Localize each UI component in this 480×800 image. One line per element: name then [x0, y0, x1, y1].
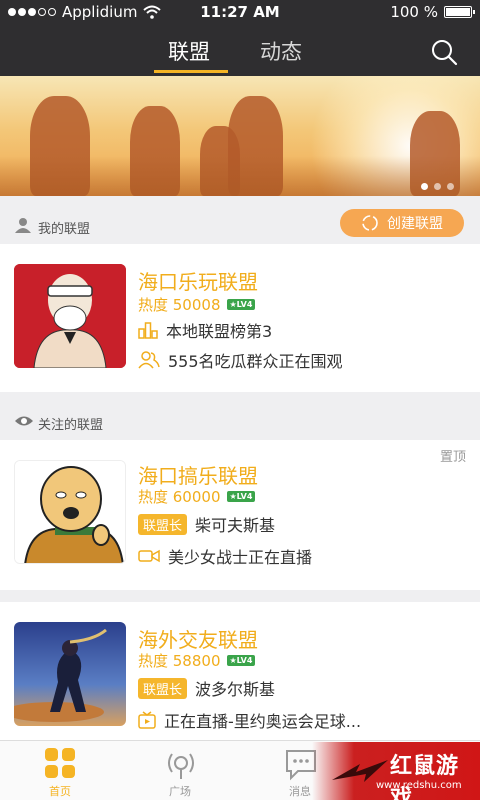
alliance-title[interactable]: 海外交友联盟	[138, 624, 258, 653]
alliance-rank: 本地联盟榜第3	[166, 322, 273, 341]
video-camera-icon	[138, 549, 160, 563]
heat-value: 热度 58800	[138, 652, 221, 670]
create-alliance-label: 创建联盟	[387, 216, 443, 232]
header-tabs: 联盟 动态	[0, 36, 480, 73]
broadcast-icon	[168, 753, 194, 779]
heat-value: 热度 50008	[138, 296, 221, 314]
battery-area: 100 %	[390, 3, 475, 21]
alliance-heat: 热度 60000 ★LV4	[138, 486, 256, 507]
banner-carousel[interactable]	[0, 76, 480, 196]
level-badge: ★LV4	[226, 299, 256, 310]
status-bar: Applidium 11:27 AM 100 %	[0, 0, 480, 24]
alliance-avatar	[14, 622, 126, 726]
mascot-image	[14, 264, 126, 368]
watermark-url: www.redshu.com	[376, 780, 462, 791]
nav-home-label: 首页	[49, 785, 71, 798]
refresh-circle-icon	[362, 215, 378, 231]
level-badge: ★LV4	[226, 491, 256, 502]
alliance-heat: 热度 50008 ★LV4	[138, 294, 256, 315]
alliance-leader-row: 联盟长 柴可夫斯基	[138, 512, 275, 536]
top-bar: Applidium 11:27 AM 100 % 联盟 动态	[0, 0, 480, 76]
alliance-rank-row: 本地联盟榜第3	[138, 318, 272, 342]
alliance-live-row[interactable]: 正在直播-里约奥运会足球...	[138, 708, 361, 732]
nav-square-label: 广场	[169, 785, 191, 798]
my-alliance-card[interactable]: 海口乐玩联盟 热度 50008 ★LV4 本地联盟榜第3 555名吃瓜群众正在围…	[0, 244, 480, 392]
search-icon[interactable]	[430, 38, 458, 66]
alliance-avatar	[14, 460, 126, 564]
tab-feed[interactable]: 动态	[260, 36, 302, 66]
banner-pager	[421, 183, 454, 190]
group-icon	[138, 351, 160, 369]
ranking-icon	[138, 322, 158, 339]
battery-icon	[444, 6, 475, 18]
pager-dot	[447, 183, 454, 190]
my-alliance-label: 我的联盟	[38, 222, 91, 237]
cartoon-image	[15, 461, 125, 563]
active-tab-indicator	[154, 70, 228, 73]
create-alliance-button[interactable]: 创建联盟	[340, 209, 464, 237]
my-alliance-header: 我的联盟 创建联盟	[0, 204, 480, 244]
level-badge: ★LV4	[226, 655, 256, 666]
user-icon	[15, 218, 31, 233]
followed-alliance-label: 关注的联盟	[38, 418, 104, 433]
alliance-leader-row: 联盟长 波多尔斯基	[138, 676, 275, 700]
alliance-live-row[interactable]: 美少女战士正在直播	[138, 544, 312, 568]
leader-badge: 联盟长	[138, 513, 188, 535]
photo-image	[14, 622, 126, 726]
tab-alliance[interactable]: 联盟	[168, 36, 210, 66]
alliance-title[interactable]: 海口搞乐联盟	[138, 460, 258, 489]
pager-dot	[434, 183, 441, 190]
followed-alliance-card[interactable]: 海外交友联盟 热度 58800 ★LV4 联盟长 波多尔斯基 正在直播-里约奥运…	[0, 602, 480, 740]
banner-ground	[0, 156, 480, 196]
leader-name[interactable]: 柴可夫斯基	[195, 512, 275, 536]
nav-square[interactable]: 广场	[120, 741, 240, 800]
nav-home[interactable]: 首页	[0, 741, 120, 800]
battery-percent: 100 %	[390, 3, 438, 21]
pinned-label[interactable]: 置顶	[440, 446, 466, 465]
followed-alliance-card[interactable]: 置顶 海口搞乐联盟 热度 60000 ★LV4 联盟长 柴可夫斯基 美少女战士正…	[0, 440, 480, 590]
tv-play-icon	[138, 711, 156, 729]
watermark-brand: 红鼠游戏	[390, 754, 460, 800]
pager-dot	[421, 183, 428, 190]
heat-value: 热度 60000	[138, 488, 221, 506]
leader-name[interactable]: 波多尔斯基	[195, 676, 275, 700]
eye-icon	[15, 416, 33, 426]
site-watermark: 红鼠游戏 www.redshu.com	[312, 742, 480, 800]
home-grid-icon	[45, 748, 75, 778]
alliance-watching-row: 555名吃瓜群众正在围观	[138, 348, 343, 372]
live-status: 美少女战士正在直播	[168, 548, 313, 567]
followed-alliance-header: 关注的联盟	[0, 400, 480, 440]
live-status: 正在直播-里约奥运会足球...	[164, 712, 362, 731]
leader-badge: 联盟长	[138, 677, 188, 699]
alliance-avatar	[14, 264, 126, 368]
alliance-watching: 555名吃瓜群众正在围观	[168, 352, 343, 371]
alliance-heat: 热度 58800 ★LV4	[138, 650, 256, 671]
alliance-title[interactable]: 海口乐玩联盟	[138, 266, 258, 295]
